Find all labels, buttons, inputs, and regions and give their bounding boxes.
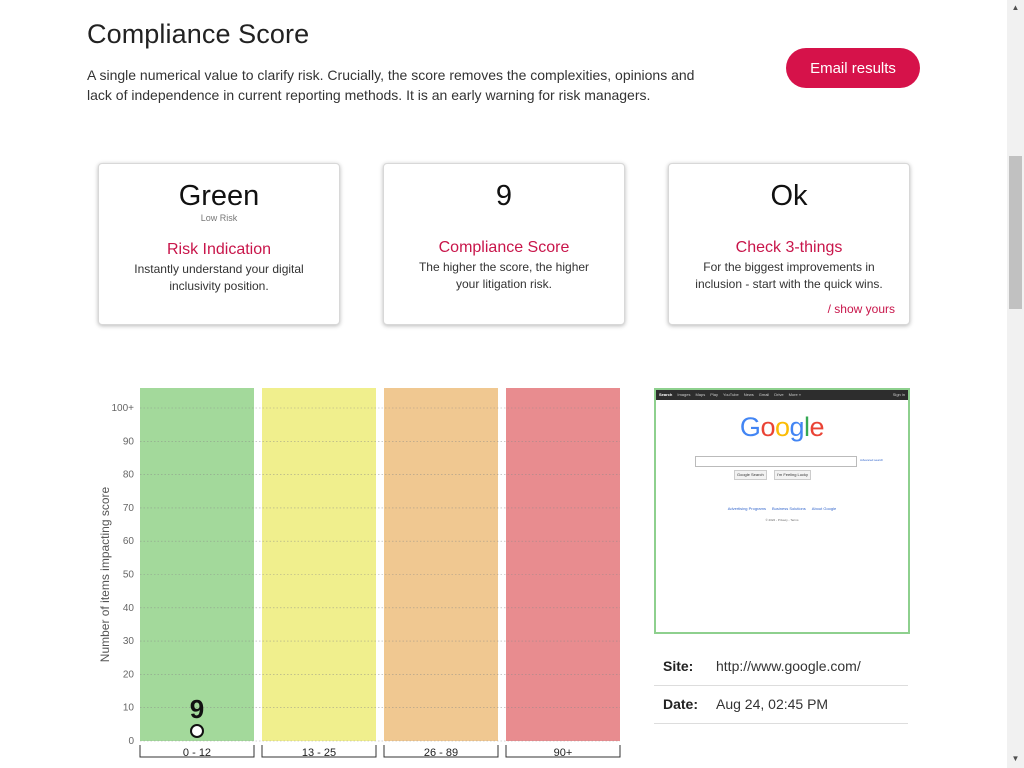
thumb-nav-item: Maps (695, 392, 706, 397)
thumb-copyright: © 2022 - Privacy - Terms (765, 518, 799, 522)
page-scrollbar[interactable]: ▲ ▼ (1007, 0, 1024, 768)
y-tick-label: 80 (123, 470, 135, 481)
thumb-links: Advertising Programs Business Solutions Ab… (656, 506, 908, 511)
band-bar (140, 388, 254, 741)
y-tick-label: 70 (123, 503, 135, 514)
intro-text: A single numerical value to clarify risk… (87, 67, 695, 103)
logo-letter: e (809, 412, 825, 442)
marker-score-label: 9 (190, 694, 204, 724)
thumb-link: Business Solutions (771, 506, 806, 511)
score-chart: 0 - 12 13 - 25 26 - 89 90+ 0 10 20 30 40 50 60 70 80… (98, 388, 621, 759)
y-tick-label: 10 (123, 703, 135, 714)
thumb-signin: Sign in (892, 392, 905, 397)
site-row: Site: http://www.google.com/ (654, 647, 908, 686)
risk-sublabel: Low Risk (200, 213, 238, 223)
logo-letter: g (789, 412, 805, 442)
compliance-score-card: 9 Compliance Score The higher the score,… (383, 163, 625, 325)
check-card-title: Check 3-things (735, 239, 843, 256)
check-card-description: For the biggest improvements in inclusio… (695, 260, 883, 291)
thumb-link: Advertising Programs (727, 506, 766, 511)
check-value: Ok (770, 180, 808, 212)
risk-card-description: Instantly understand your digital inclus… (134, 262, 304, 293)
y-tick-label: 0 (128, 736, 134, 747)
score-marker (190, 724, 204, 739)
risk-card-title: Risk Indication (166, 241, 272, 258)
thumb-nav-item: More » (788, 392, 802, 397)
site-screenshot: Search Images Maps Play YouTube News Gmail Driv… (654, 388, 910, 634)
y-tick-label: 100+ (111, 403, 134, 414)
thumb-nav-item: YouTube (723, 392, 739, 397)
date-value: Aug 24, 02:45 PM (716, 696, 829, 712)
score-card-description: The higher the score, the higher your li… (418, 260, 590, 291)
y-tick-label: 30 (123, 636, 135, 647)
site-value: http://www.google.com/ (716, 658, 861, 674)
site-label: Site: (663, 658, 694, 674)
thumb-search-box (695, 456, 857, 467)
y-tick-label: 50 (123, 570, 135, 581)
thumb-nav: Search Images Maps Play YouTube News Gmail Driv… (659, 392, 806, 397)
band-label: 13 - 25 (302, 747, 336, 759)
thumb-advanced-search: Advanced search (860, 458, 884, 462)
band-bar (384, 388, 498, 741)
thumb-link: About Google (811, 506, 837, 511)
thumb-nav-item: News (743, 392, 754, 397)
band-label: 26 - 89 (424, 747, 458, 759)
thumb-lucky-button: I'm Feeling Lucky (774, 470, 811, 480)
show-yours-link[interactable]: / show yours (828, 302, 895, 316)
date-row: Date: Aug 24, 02:45 PM (654, 685, 908, 724)
google-logo: Google (656, 412, 908, 443)
band-bar (262, 388, 376, 741)
thumb-nav-item: Drive (774, 392, 784, 397)
check-3-things-card: Ok Check 3-things For the biggest improv… (668, 163, 910, 325)
logo-letter: o (760, 412, 775, 442)
y-tick-label: 20 (123, 669, 135, 680)
thumb-nav-item: Play (710, 392, 719, 397)
logo-letter: o (774, 412, 790, 442)
scroll-thumb[interactable] (1009, 156, 1022, 309)
risk-value: Green (178, 180, 260, 212)
y-tick-label: 90 (123, 436, 135, 447)
score-card-title: Compliance Score (438, 239, 570, 256)
band-label: 90+ (554, 747, 573, 759)
date-label: Date: (663, 696, 699, 712)
thumb-search-button: Google Search (734, 470, 767, 480)
scroll-up-icon[interactable]: ▲ (1007, 3, 1024, 12)
y-axis-label: Number of items impacting score (98, 486, 112, 662)
thumb-nav-item: Search (659, 392, 673, 397)
thumb-nav-item: Gmail (758, 392, 770, 397)
email-results-button[interactable]: Email results (786, 48, 920, 88)
thumb-nav-item: Images (677, 392, 691, 397)
y-tick-label: 60 (123, 536, 135, 547)
page-title: Compliance Score (87, 19, 310, 49)
scroll-down-icon[interactable]: ▼ (1007, 754, 1024, 763)
thumb-topbar: Search Images Maps Play YouTube News Gmail Driv… (656, 390, 908, 400)
y-tick-label: 40 (123, 603, 135, 614)
score-value: 9 (495, 180, 513, 212)
band-label: 0 - 12 (183, 747, 211, 759)
risk-indication-card: Green Low Risk Risk Indication Instantly… (98, 163, 340, 325)
logo-letter: G (739, 412, 761, 442)
band-bar (506, 388, 620, 741)
